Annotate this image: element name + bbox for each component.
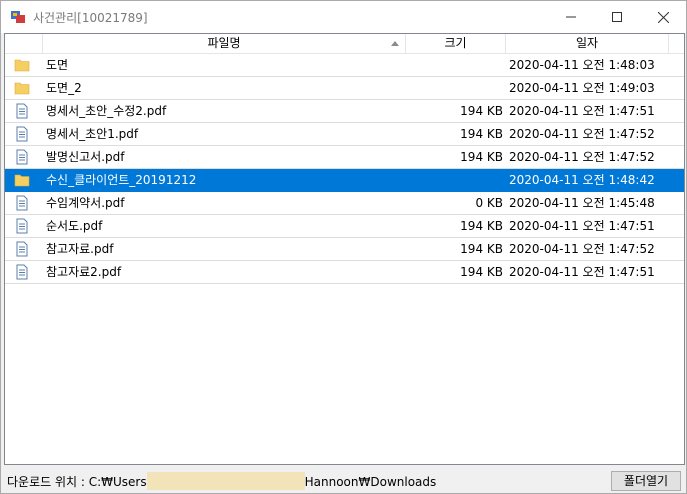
- file-name: 도면: [46, 58, 69, 72]
- column-header-size-label: 크기: [444, 36, 467, 50]
- download-path: 다운로드 위치 : C:₩Users Hannoon₩Downloads: [7, 472, 437, 490]
- file-name: 참고자료.pdf: [46, 242, 114, 256]
- table-row[interactable]: 수임계약서.pdf 0 KB 2020-04-11 오전 1:45:48: [5, 192, 684, 215]
- file-name: 명세서_초안1.pdf: [46, 127, 139, 141]
- document-icon: [14, 264, 30, 280]
- table-row[interactable]: 발명신고서.pdf 194 KB 2020-04-11 오전 1:47:52: [5, 146, 684, 169]
- document-icon: [14, 195, 30, 211]
- column-header-date-label: 일자: [575, 36, 599, 50]
- file-size: 194 KB: [460, 150, 503, 164]
- column-header-date[interactable]: 일자: [506, 34, 669, 54]
- file-name: 도면_2: [46, 81, 82, 95]
- column-header-icon[interactable]: [5, 34, 43, 54]
- file-size: 0 KB: [475, 196, 503, 210]
- folder-icon: [14, 80, 30, 96]
- column-header-name[interactable]: 파일명: [43, 34, 406, 54]
- file-size: 194 KB: [460, 219, 503, 233]
- maximize-icon: [612, 12, 622, 22]
- redacted-username: [146, 472, 305, 490]
- file-name: 발명신고서.pdf: [46, 150, 125, 164]
- file-date: 2020-04-11 오전 1:47:51: [509, 265, 655, 279]
- folder-icon: [14, 57, 30, 73]
- file-size: [406, 54, 503, 76]
- file-size: [406, 77, 503, 99]
- file-date: 2020-04-11 오전 1:47:52: [509, 242, 655, 256]
- list-header: 파일명 크기 일자: [5, 34, 684, 54]
- file-date: 2020-04-11 오전 1:48:03: [509, 58, 655, 72]
- table-row[interactable]: 참고자료2.pdf 194 KB 2020-04-11 오전 1:47:51: [5, 261, 684, 284]
- file-date: 2020-04-11 오전 1:45:48: [509, 196, 655, 210]
- minimize-icon: [566, 16, 576, 18]
- file-size: 194 KB: [460, 104, 503, 118]
- file-size: 194 KB: [460, 127, 503, 141]
- close-icon: [657, 11, 669, 23]
- file-date: 2020-04-11 오전 1:47:52: [509, 150, 655, 164]
- folder-icon: [14, 172, 30, 188]
- column-header-name-label: 파일명: [207, 36, 241, 50]
- file-name: 수신_클라이언트_20191212: [46, 173, 197, 187]
- document-icon: [14, 241, 30, 257]
- close-button[interactable]: [640, 1, 686, 33]
- minimize-button[interactable]: [548, 1, 594, 33]
- document-icon: [14, 218, 30, 234]
- file-date: 2020-04-11 오전 1:48:42: [509, 173, 655, 187]
- maximize-button[interactable]: [594, 1, 640, 33]
- table-row-selected[interactable]: 수신_클라이언트_20191212 2020-04-11 오전 1:48:42: [5, 169, 684, 192]
- file-list[interactable]: 파일명 크기 일자 도면 2020-04-11 오전 1:48:03 도면_2: [4, 33, 685, 465]
- table-row[interactable]: 도면 2020-04-11 오전 1:48:03: [5, 54, 684, 77]
- download-path-suffix: Hannoon₩Downloads: [304, 475, 437, 489]
- column-header-size[interactable]: 크기: [406, 34, 506, 54]
- file-date: 2020-04-11 오전 1:49:03: [509, 81, 655, 95]
- file-name: 참고자료2.pdf: [46, 265, 122, 279]
- table-row[interactable]: 명세서_초안1.pdf 194 KB 2020-04-11 오전 1:47:52: [5, 123, 684, 146]
- file-date: 2020-04-11 오전 1:47:51: [509, 219, 655, 233]
- sort-ascending-icon: [391, 41, 399, 46]
- title-bar[interactable]: 사건관리[10021789]: [1, 1, 686, 33]
- app-icon: [10, 9, 26, 25]
- file-size: 194 KB: [460, 265, 503, 279]
- file-name: 수임계약서.pdf: [46, 196, 125, 210]
- window-title: 사건관리[10021789]: [33, 11, 148, 25]
- table-row[interactable]: 순서도.pdf 194 KB 2020-04-11 오전 1:47:51: [5, 215, 684, 238]
- open-folder-button[interactable]: 폴더열기: [611, 471, 681, 491]
- file-date: 2020-04-11 오전 1:47:51: [509, 104, 655, 118]
- table-row[interactable]: 명세서_초안_수정2.pdf 194 KB 2020-04-11 오전 1:47…: [5, 100, 684, 123]
- document-icon: [14, 126, 30, 142]
- file-name: 명세서_초안_수정2.pdf: [46, 104, 167, 118]
- document-icon: [14, 149, 30, 165]
- file-size: 194 KB: [460, 242, 503, 256]
- app-window: 사건관리[10021789] 파일명 크기 일자 도면 2020-04-11 오…: [0, 0, 687, 494]
- table-row[interactable]: 도면_2 2020-04-11 오전 1:49:03: [5, 77, 684, 100]
- file-size: [406, 169, 503, 191]
- document-icon: [14, 103, 30, 119]
- file-date: 2020-04-11 오전 1:47:52: [509, 127, 655, 141]
- file-name: 순서도.pdf: [46, 219, 103, 233]
- download-path-prefix: 다운로드 위치 : C:₩Users: [7, 475, 147, 489]
- status-bar: 다운로드 위치 : C:₩Users Hannoon₩Downloads 폴더열기: [1, 467, 686, 493]
- table-row[interactable]: 참고자료.pdf 194 KB 2020-04-11 오전 1:47:52: [5, 238, 684, 261]
